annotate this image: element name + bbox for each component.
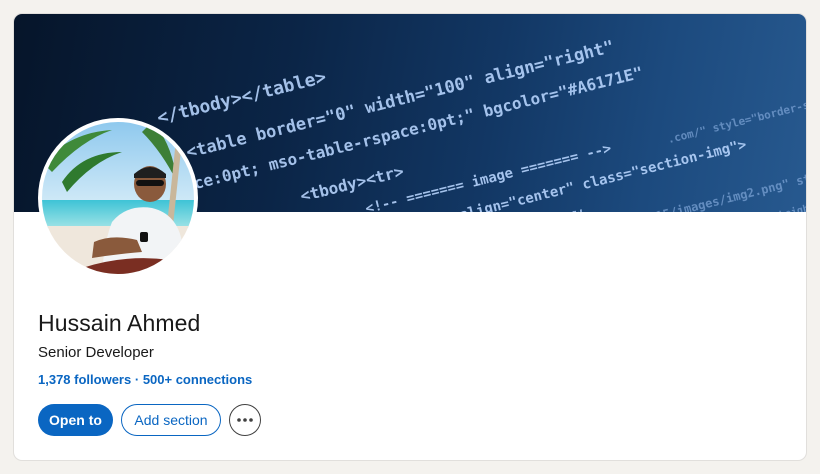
profile-card: </tbody></table> <table border="0" width… (14, 14, 806, 460)
add-section-button[interactable]: Add section (121, 404, 221, 436)
more-actions-button[interactable] (229, 404, 261, 436)
connections-link[interactable]: 500+ connections (143, 372, 252, 387)
profile-stats: 1,378 followers · 500+ connections (38, 372, 252, 387)
profile-headline: Senior Developer (38, 344, 154, 361)
ellipsis-icon (237, 418, 253, 422)
stats-separator: · (134, 372, 140, 387)
code-line: .com/" style="border-style: none" (666, 81, 806, 146)
profile-name: Hussain Ahmed (38, 310, 201, 336)
profile-actions: Open to Add section (38, 404, 261, 436)
profile-photo-frame[interactable] (38, 118, 198, 278)
avatar-photo (42, 122, 194, 274)
avatar[interactable] (42, 122, 194, 274)
open-to-button[interactable]: Open to (38, 404, 113, 436)
followers-link[interactable]: 1,378 followers (38, 372, 131, 387)
